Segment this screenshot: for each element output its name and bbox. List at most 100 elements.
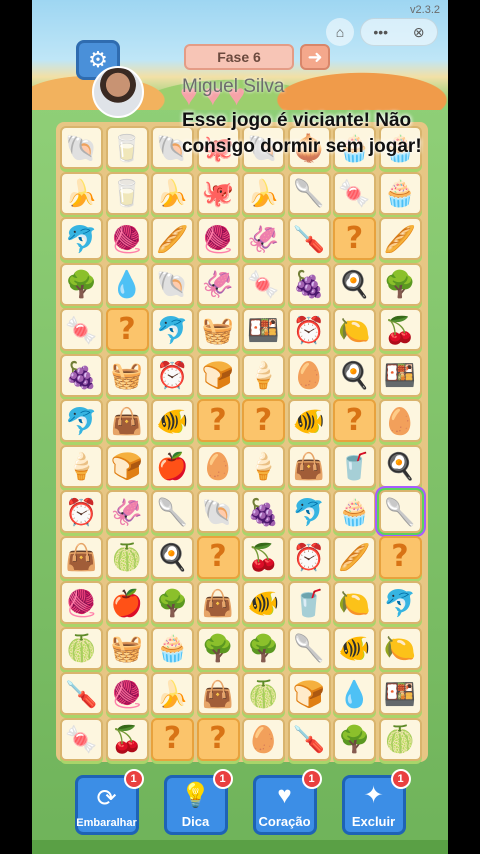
tile-yarn[interactable]: 🧶 xyxy=(105,217,149,260)
tile-tree[interactable]: 🌳 xyxy=(333,717,376,761)
tile-fish[interactable]: 🐠 xyxy=(333,626,376,670)
tile-bread[interactable]: 🥖 xyxy=(378,217,422,260)
home-icon[interactable]: ⌂ xyxy=(326,18,354,46)
tile-dolphin[interactable]: 🐬 xyxy=(151,308,194,351)
tile-basket[interactable]: 🧺 xyxy=(196,308,240,351)
tile-tree[interactable]: 🌳 xyxy=(378,262,422,306)
tile-fish[interactable]: 🐠 xyxy=(242,581,285,624)
tile-spoon[interactable]: 🥄 xyxy=(378,490,422,533)
tile-egg[interactable]: 🥚 xyxy=(196,444,240,488)
tile-bag[interactable]: 👜 xyxy=(287,444,331,488)
tile-apple[interactable]: 🍎 xyxy=(151,444,194,488)
tile-glass[interactable]: 🥤 xyxy=(287,581,331,624)
tile-mystery[interactable]: ? xyxy=(333,399,376,442)
tile-shell[interactable]: 🐚 xyxy=(151,262,194,306)
powerup-button-dica[interactable]: 💡 Dica 1 xyxy=(163,769,233,835)
tile-candy[interactable]: 🍬 xyxy=(60,308,103,351)
tile-squid[interactable]: 🦑 xyxy=(242,217,285,260)
tile-glass[interactable]: 🥤 xyxy=(333,444,376,488)
tile-screwdriver[interactable]: 🪛 xyxy=(287,217,331,260)
tile-melon[interactable]: 🍈 xyxy=(60,626,103,670)
tile-cherry[interactable]: 🍒 xyxy=(378,308,422,351)
tile-mystery[interactable]: ? xyxy=(151,717,194,761)
tile-mystery[interactable]: ? xyxy=(196,535,240,579)
tile-grapes[interactable]: 🍇 xyxy=(287,262,331,306)
tile-apple[interactable]: 🍎 xyxy=(105,581,149,624)
tile-basket[interactable]: 🧺 xyxy=(105,353,149,397)
tile-lunchbox[interactable]: 🍱 xyxy=(242,308,285,351)
tile-fish[interactable]: 🐠 xyxy=(151,399,194,442)
tile-pan[interactable]: 🍳 xyxy=(333,353,376,397)
tile-egg[interactable]: 🥚 xyxy=(242,717,285,761)
tile-toast[interactable]: 🍞 xyxy=(105,444,149,488)
tile-squid[interactable]: 🦑 xyxy=(196,262,240,306)
tile-popsicle[interactable]: 🍦 xyxy=(242,444,285,488)
tile-cupcake[interactable]: 🧁 xyxy=(151,626,194,670)
tile-mystery[interactable]: ? xyxy=(333,217,376,260)
tile-yarn[interactable]: 🧶 xyxy=(60,581,103,624)
tile-pan[interactable]: 🍳 xyxy=(378,444,422,488)
tile-grapes[interactable]: 🍇 xyxy=(60,353,103,397)
tile-lemon[interactable]: 🍋 xyxy=(333,581,376,624)
tile-pan[interactable]: 🍳 xyxy=(151,535,194,579)
tile-toast[interactable]: 🍞 xyxy=(287,672,331,715)
close-icon[interactable]: ⊗ xyxy=(413,24,425,41)
tile-egg[interactable]: 🥚 xyxy=(287,353,331,397)
tile-bag[interactable]: 👜 xyxy=(105,399,149,442)
tile-screwdriver[interactable]: 🪛 xyxy=(287,717,331,761)
tile-clock[interactable]: ⏰ xyxy=(287,308,331,351)
tile-lunchbox[interactable]: 🍱 xyxy=(378,672,422,715)
tile-pan[interactable]: 🍳 xyxy=(333,262,376,306)
tile-mystery[interactable]: ? xyxy=(378,535,422,579)
tile-mystery[interactable]: ? xyxy=(242,399,285,442)
tile-toast[interactable]: 🍞 xyxy=(196,353,240,397)
tile-clock[interactable]: ⏰ xyxy=(60,490,103,533)
tile-dolphin[interactable]: 🐬 xyxy=(287,490,331,533)
tile-water-drop[interactable]: 💧 xyxy=(105,262,149,306)
tile-tree[interactable]: 🌳 xyxy=(242,626,285,670)
tile-lemon[interactable]: 🍋 xyxy=(378,626,422,670)
tile-yarn[interactable]: 🧶 xyxy=(196,217,240,260)
tile-screwdriver[interactable]: 🪛 xyxy=(60,672,103,715)
more-dots-icon[interactable]: ••• xyxy=(373,24,388,40)
powerup-button-excluir[interactable]: ✦ Excluir 1 xyxy=(341,769,411,835)
tile-shell[interactable]: 🐚 xyxy=(196,490,240,533)
tile-water-drop[interactable]: 💧 xyxy=(333,672,376,715)
tile-candy[interactable]: 🍬 xyxy=(60,717,103,761)
tile-egg[interactable]: 🥚 xyxy=(378,399,422,442)
tile-lemon[interactable]: 🍋 xyxy=(333,308,376,351)
tile-bag[interactable]: 👜 xyxy=(60,535,103,579)
tile-tree[interactable]: 🌳 xyxy=(151,581,194,624)
tile-fish[interactable]: 🐠 xyxy=(287,399,331,442)
tile-bag[interactable]: 👜 xyxy=(196,581,240,624)
tile-clock[interactable]: ⏰ xyxy=(151,353,194,397)
tile-cupcake[interactable]: 🧁 xyxy=(333,490,376,533)
tile-dolphin[interactable]: 🐬 xyxy=(60,217,103,260)
tile-bag[interactable]: 👜 xyxy=(196,672,240,715)
tile-spoon[interactable]: 🥄 xyxy=(151,490,194,533)
tile-melon[interactable]: 🍈 xyxy=(105,535,149,579)
tile-banana[interactable]: 🍌 xyxy=(151,672,194,715)
tile-lunchbox[interactable]: 🍱 xyxy=(378,353,422,397)
tile-squid[interactable]: 🦑 xyxy=(105,490,149,533)
tile-clock[interactable]: ⏰ xyxy=(287,535,331,579)
powerup-button-embaralhar[interactable]: ⟳ Embaralhar 1 xyxy=(74,769,144,835)
tile-bread[interactable]: 🥖 xyxy=(151,217,194,260)
tile-tree[interactable]: 🌳 xyxy=(196,626,240,670)
tile-dolphin[interactable]: 🐬 xyxy=(378,581,422,624)
tile-melon[interactable]: 🍈 xyxy=(378,717,422,761)
tile-yarn[interactable]: 🧶 xyxy=(105,672,149,715)
tile-popsicle[interactable]: 🍦 xyxy=(242,353,285,397)
tile-melon[interactable]: 🍈 xyxy=(242,672,285,715)
powerup-button-coração[interactable]: ♥ Coração 1 xyxy=(252,769,322,835)
tile-mystery[interactable]: ? xyxy=(105,308,149,351)
tile-mystery[interactable]: ? xyxy=(196,717,240,761)
tile-basket[interactable]: 🧺 xyxy=(105,626,149,670)
tile-cherry[interactable]: 🍒 xyxy=(105,717,149,761)
tile-dolphin[interactable]: 🐬 xyxy=(60,399,103,442)
tile-candy[interactable]: 🍬 xyxy=(242,262,285,306)
tile-popsicle[interactable]: 🍦 xyxy=(60,444,103,488)
tile-mystery[interactable]: ? xyxy=(196,399,240,442)
tile-bread[interactable]: 🥖 xyxy=(333,535,376,579)
tile-grapes[interactable]: 🍇 xyxy=(242,490,285,533)
